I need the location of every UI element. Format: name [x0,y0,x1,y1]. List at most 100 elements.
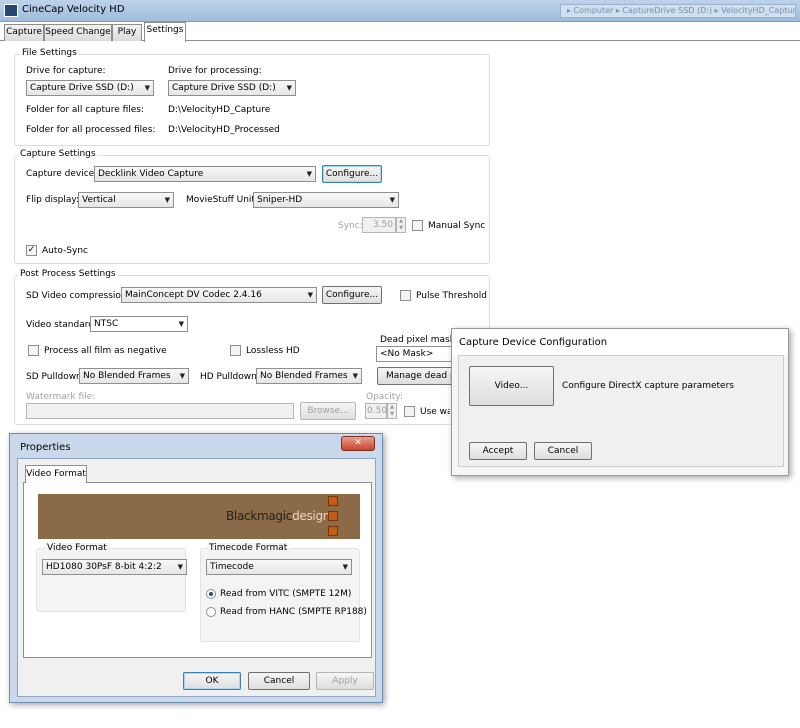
capture-device-dialog: Capture Device Configuration Video... Co… [451,328,789,476]
pulse-threshold-checkbox[interactable] [400,290,411,301]
chevron-down-icon: ▼ [177,563,183,571]
file-settings-title: File Settings [20,48,79,58]
moviestuff-unit-select[interactable]: Sniper-HD ▼ [253,192,399,208]
chevron-down-icon: ▼ [342,563,348,571]
chevron-down-icon: ▼ [286,84,292,92]
video-format-select[interactable]: HD1080 30PsF 8-bit 4:2:2 ▼ [42,559,187,575]
close-icon[interactable]: ✕ [341,436,375,451]
watermark-file-input[interactable] [26,403,294,419]
logo-square-icon [328,511,338,521]
video-config-button[interactable]: Video... [469,366,554,406]
capture-configure-button[interactable]: Configure... [322,165,382,183]
capture-device-select[interactable]: Decklink Video Capture ▼ [94,166,316,182]
drive-capture-label: Drive for capture: [26,66,106,76]
opacity-label: Opacity: [366,392,403,402]
dead-pixel-mask-select[interactable]: <No Mask> [376,346,452,362]
sd-pulldown-label: SD Pulldown: [26,372,85,382]
video-standard-label: Video standard: [26,320,98,330]
lossless-hd-label: Lossless HD [246,346,300,356]
tab-speed-change[interactable]: Speed Change [44,24,112,41]
accept-button[interactable]: Accept [469,442,527,460]
timecode-format-label: Timecode Format [207,543,290,553]
chevron-down-icon: ▼ [178,320,184,328]
pulse-threshold-label: Pulse Threshold [416,291,487,301]
sync-input[interactable]: 3.50 [362,217,396,233]
dialog-cancel-button[interactable]: Cancel [534,442,592,460]
moviestuff-unit-label: MovieStuff Unit: [186,195,258,205]
drive-processing-select[interactable]: Capture Drive SSD (D:) ▼ [168,80,296,96]
processed-folder-value: D:\VelocityHD_Processed [168,125,280,135]
capture-settings-title: Capture Settings [18,149,98,159]
properties-title: Properties [20,442,71,453]
radio-vitc[interactable] [206,589,216,599]
drive-processing-label: Drive for processing: [168,66,262,76]
video-format-group [36,548,186,612]
tab-row: Capture Speed Change Play Settings [0,22,800,42]
ok-button[interactable]: OK [183,672,241,690]
timecode-format-select[interactable]: Timecode ▼ [206,559,352,575]
properties-body: Video Format Blackmagicdesign Video Form… [17,458,376,697]
logo-square-icon [328,526,338,536]
video-format-panel: Blackmagicdesign Video Format HD1080 30P… [23,482,372,658]
compression-configure-button[interactable]: Configure... [322,286,382,304]
properties-dialog: Properties ✕ Video Format Blackmagicdesi… [9,433,383,703]
address-bar: ▸ Computer ▸ CaptureDrive SSD (D:) ▸ Vel… [560,4,796,18]
directx-description: Configure DirectX capture parameters [562,381,734,391]
radio-hanc[interactable] [206,607,216,617]
opacity-input[interactable]: 0.50 [365,403,387,419]
sd-pulldown-select[interactable]: No Blended Frames ▼ [79,368,189,384]
process-negative-label: Process all film as negative [44,346,167,356]
capture-folder-label: Folder for all capture files: [26,105,145,115]
auto-sync-checkbox[interactable]: ✓ [26,245,37,256]
blackmagic-logo-text: Blackmagicdesign [226,509,331,523]
flip-display-label: Flip display: [26,195,80,205]
chevron-down-icon: ▼ [307,291,313,299]
auto-sync-label: Auto-Sync [42,246,89,256]
tab-video-format[interactable]: Video Format [25,465,87,483]
watermark-label: Watermark file: [26,392,96,402]
tab-settings[interactable]: Settings [144,22,186,42]
sd-compression-select[interactable]: MainConcept DV Codec 2.4.16 ▼ [121,287,317,303]
manage-dead-pixels-button[interactable]: Manage dead pixels [377,367,453,385]
apply-button[interactable]: Apply [316,672,374,690]
opacity-spinner[interactable]: ▲ ▼ [387,403,397,419]
dead-pixel-mask-label: Dead pixel mask: [380,335,458,345]
chevron-down-icon: ▼ [352,372,358,380]
chevron-down-icon: ▼ [144,84,150,92]
chevron-down-icon: ▼ [164,196,170,204]
dialog-title: Capture Device Configuration [459,337,608,348]
hd-pulldown-label: HD Pulldown: [200,372,260,382]
use-watermark-checkbox[interactable] [404,406,415,417]
browse-button[interactable]: Browse... [300,402,356,420]
title-bar: CineCap Velocity HD ▸ Computer ▸ Capture… [0,0,800,22]
capture-device-label: Capture device: [26,169,98,179]
sync-spinner[interactable]: ▲ ▼ [396,217,406,233]
radio-hanc-label: Read from HANC (SMPTE RP188) [220,607,367,617]
video-standard-select[interactable]: NTSC ▼ [90,316,188,332]
properties-cancel-button[interactable]: Cancel [248,672,310,690]
window-title: CineCap Velocity HD [22,4,125,15]
blackmagic-banner: Blackmagicdesign [38,494,360,539]
tab-capture[interactable]: Capture [4,24,44,41]
lossless-hd-checkbox[interactable] [230,345,241,356]
use-watermark-label: Use watermark [420,407,450,417]
sync-label: Sync: [338,221,363,231]
radio-vitc-label: Read from VITC (SMPTE 12M) [220,589,352,599]
chevron-down-icon: ▼ [306,170,312,178]
chevron-down-icon: ▼ [179,372,185,380]
manual-sync-checkbox[interactable] [412,220,423,231]
app-icon [4,4,18,17]
process-negative-checkbox[interactable] [28,345,39,356]
flip-display-select[interactable]: Vertical ▼ [78,192,174,208]
sd-compression-label: SD Video compression: [26,291,130,301]
capture-folder-value: D:\VelocityHD_Capture [168,105,271,115]
logo-square-icon [328,496,338,506]
chevron-down-icon: ▼ [389,196,395,204]
manual-sync-label: Manual Sync [428,221,486,231]
processed-folder-label: Folder for all processed files: [26,125,156,135]
post-process-title: Post Process Settings [18,269,118,279]
drive-capture-select[interactable]: Capture Drive SSD (D:) ▼ [26,80,154,96]
hd-pulldown-select[interactable]: No Blended Frames ▼ [256,368,362,384]
tab-play[interactable]: Play [112,24,142,41]
video-format-label: Video Format [45,543,109,553]
